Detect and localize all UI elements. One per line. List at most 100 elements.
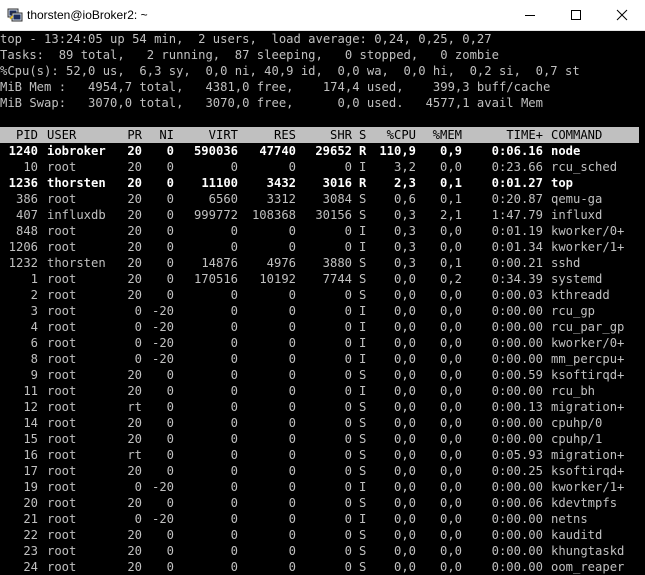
process-priority: 20	[127, 368, 142, 382]
process-shr: 0	[344, 304, 352, 318]
process-time: 0:00.00	[491, 432, 543, 446]
process-state: S	[359, 368, 367, 382]
process-res: 0	[288, 368, 296, 382]
process-user: root	[47, 288, 77, 302]
table-row: 1206 root 20 0 0 0 0 I 0,3 0,0 0:01.34 kworker/1+	[0, 239, 639, 255]
process-nice: 0	[166, 368, 174, 382]
column-header-shr: SHR	[329, 128, 352, 142]
process-command: kthreadd	[551, 288, 610, 302]
process-command: migration+	[551, 400, 625, 414]
process-virt: 0	[230, 496, 238, 510]
process-nice: 0	[166, 288, 174, 302]
process-mem: 0,1	[439, 256, 462, 270]
process-cpu: 110,9	[379, 144, 416, 158]
summary-line-cpu: %Cpu(s): 52,0 us, 6,3 sy, 0,0 ni, 40,9 i…	[0, 64, 580, 78]
process-priority: 20	[127, 176, 142, 190]
process-res: 0	[288, 400, 296, 414]
process-res: 0	[288, 432, 296, 446]
process-shr: 3880	[322, 256, 352, 270]
process-state: S	[359, 256, 367, 270]
process-res: 10192	[259, 272, 296, 286]
process-mem: 0,1	[439, 192, 462, 206]
process-time: 0:00.00	[491, 352, 543, 366]
maximize-icon	[571, 10, 581, 20]
process-user: root	[47, 160, 77, 174]
process-pid: 1206	[8, 240, 38, 254]
process-shr: 0	[344, 384, 352, 398]
table-row: 1240 iobroker 20 0 590036 47740 29652 R 110,9 0,9…	[0, 143, 639, 159]
process-priority: 20	[127, 208, 142, 222]
process-cpu: 0,0	[393, 496, 416, 510]
process-cpu: 0,0	[393, 352, 416, 366]
putty-icon[interactable]	[7, 7, 23, 22]
process-mem: 0,1	[439, 176, 462, 190]
process-command: rcu_sched	[551, 160, 618, 174]
terminal-screen[interactable]: top - 13:24:05 up 54 min, 2 users, load …	[0, 31, 645, 574]
process-user: root	[47, 272, 77, 286]
process-command: cpuhp/1	[551, 432, 603, 446]
process-res: 0	[288, 448, 296, 462]
table-row: 1236 thorsten 20 0 11100 3432 3016 R 2,3 0,1 0:01.…	[0, 175, 639, 191]
process-cpu: 0,3	[393, 224, 416, 238]
maximize-button[interactable]	[553, 0, 599, 30]
process-priority: 20	[127, 544, 142, 558]
process-shr: 0	[344, 496, 352, 510]
process-nice: 0	[166, 384, 174, 398]
process-pid: 12	[23, 400, 38, 414]
process-command: migration+	[551, 448, 625, 462]
minimize-button[interactable]	[507, 0, 553, 30]
window-title: thorsten@ioBroker2: ~	[27, 8, 148, 22]
process-res: 47740	[259, 144, 296, 158]
process-virt: 999772	[193, 208, 238, 222]
terminal-scrollbar[interactable]	[639, 31, 645, 573]
process-priority: 0	[134, 304, 142, 318]
process-virt: 170516	[193, 272, 238, 286]
process-virt: 0	[230, 400, 238, 414]
process-pid: 8	[30, 352, 38, 366]
process-mem: 0,0	[439, 512, 462, 526]
process-nice: 0	[166, 464, 174, 478]
process-cpu: 0,3	[393, 256, 416, 270]
process-shr: 0	[344, 512, 352, 526]
process-nice: 0	[166, 224, 174, 238]
process-state: S	[359, 432, 367, 446]
minimize-icon	[525, 15, 535, 16]
process-shr: 3016	[322, 176, 352, 190]
process-command: top	[551, 176, 574, 190]
process-virt: 0	[230, 288, 238, 302]
process-mem: 0,0	[439, 544, 462, 558]
process-state: I	[359, 160, 367, 174]
process-cpu: 0,0	[393, 416, 416, 430]
close-button[interactable]	[599, 0, 645, 30]
process-nice: 0	[166, 400, 174, 414]
process-time: 0:00.03	[491, 288, 543, 302]
process-virt: 0	[230, 224, 238, 238]
process-shr: 0	[344, 352, 352, 366]
process-cpu: 0,0	[393, 368, 416, 382]
table-row: 17 root 20 0 0 0 0 S 0,0 0,0 0:00.25 ksoftirqd+	[0, 463, 639, 479]
process-nice: -20	[151, 304, 174, 318]
process-command: kworker/0+	[551, 224, 625, 238]
table-row: 22 root 20 0 0 0 0 S 0,0 0,0 0:00.00 kauditd	[0, 527, 639, 543]
process-nice: -20	[151, 352, 174, 366]
process-shr: 0	[344, 480, 352, 494]
summary-line-uptime: top - 13:24:05 up 54 min, 2 users, load …	[0, 32, 492, 46]
window-titlebar[interactable]: thorsten@ioBroker2: ~	[0, 0, 645, 31]
column-header-pr: PR	[127, 128, 142, 142]
table-row: 11 root 20 0 0 0 0 I 0,0 0,0 0:00.00 rcu_bh	[0, 383, 639, 399]
process-pid: 1	[30, 272, 38, 286]
process-res: 0	[288, 240, 296, 254]
process-state: S	[359, 448, 367, 462]
process-nice: 0	[166, 496, 174, 510]
process-state: S	[359, 400, 367, 414]
table-row: 15 root 20 0 0 0 0 S 0,0 0,0 0:00.00 cpuhp/1	[0, 431, 639, 447]
process-nice: 0	[166, 144, 174, 158]
process-state: S	[359, 416, 367, 430]
process-user: root	[47, 384, 77, 398]
process-res: 0	[288, 304, 296, 318]
process-command: sshd	[551, 256, 581, 270]
process-priority: 20	[127, 464, 142, 478]
process-user: root	[47, 512, 77, 526]
process-shr: 0	[344, 240, 352, 254]
process-state: R	[359, 176, 367, 190]
